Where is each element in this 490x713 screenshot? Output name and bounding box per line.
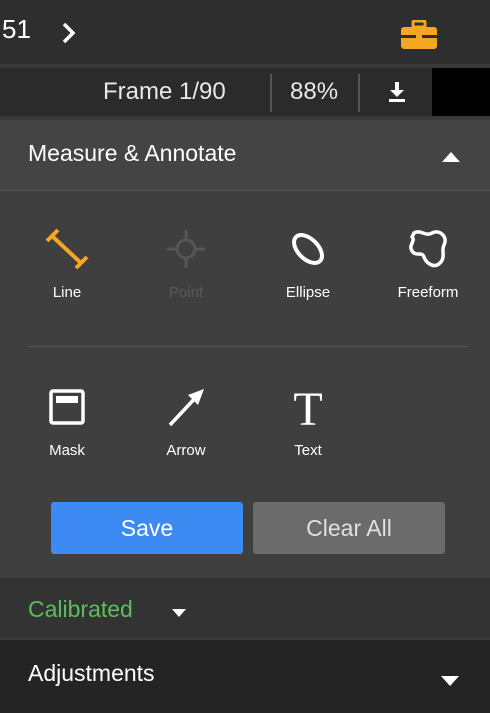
panel-title: Measure & Annotate (28, 140, 237, 166)
text-icon: T (260, 378, 356, 436)
tool-label: Mask (49, 442, 85, 459)
frame-toolbar: Frame 1/90 88% (0, 68, 490, 116)
chevron-right-icon[interactable] (62, 22, 76, 49)
divider (270, 74, 272, 112)
tool-arrow[interactable]: Arrow (138, 378, 234, 459)
breadcrumb-fragment: 51 (2, 14, 31, 44)
save-button[interactable]: Save (51, 502, 243, 554)
tool-label: Ellipse (285, 284, 331, 301)
measure-annotate-panel: Measure & Annotate Line Point Ellipse Fr… (0, 120, 490, 578)
caret-down-icon[interactable] (441, 674, 459, 692)
tool-label: Freeform (397, 284, 459, 301)
svg-text:T: T (293, 383, 322, 431)
top-bar: 51 (0, 0, 490, 64)
panel-header[interactable]: Measure & Annotate (0, 120, 490, 191)
tool-text[interactable]: T Text (260, 378, 356, 459)
mask-icon (19, 378, 115, 436)
freeform-icon (380, 220, 476, 278)
tool-label: Text (294, 442, 322, 459)
adjustments-section[interactable]: Adjustments (0, 640, 490, 713)
crosshair-icon (138, 220, 234, 278)
tool-point: Point (138, 220, 234, 301)
tool-label: Point (168, 284, 204, 301)
calibration-row[interactable]: Calibrated (0, 578, 490, 638)
divider (358, 74, 360, 112)
caret-up-icon[interactable] (442, 149, 460, 167)
tool-label: Line (52, 284, 82, 301)
download-icon[interactable] (386, 81, 408, 108)
caret-down-icon[interactable] (172, 605, 186, 623)
tool-line[interactable]: Line (19, 220, 115, 301)
ellipse-icon (260, 220, 356, 278)
adjustments-title: Adjustments (28, 660, 155, 686)
tool-label: Arrow (166, 442, 206, 459)
clear-all-button[interactable]: Clear All (253, 502, 445, 554)
briefcase-icon[interactable] (400, 19, 438, 55)
toolbar-end-block (432, 68, 490, 116)
tool-separator (28, 346, 468, 347)
zoom-level[interactable]: 88% (290, 78, 338, 106)
tool-ellipse[interactable]: Ellipse (260, 220, 356, 301)
line-icon (19, 220, 115, 278)
calibration-status[interactable]: Calibrated (28, 596, 133, 623)
arrow-icon (138, 378, 234, 436)
tool-mask[interactable]: Mask (19, 378, 115, 459)
frame-counter[interactable]: Frame 1/90 (103, 78, 226, 106)
tool-freeform[interactable]: Freeform (380, 220, 476, 301)
